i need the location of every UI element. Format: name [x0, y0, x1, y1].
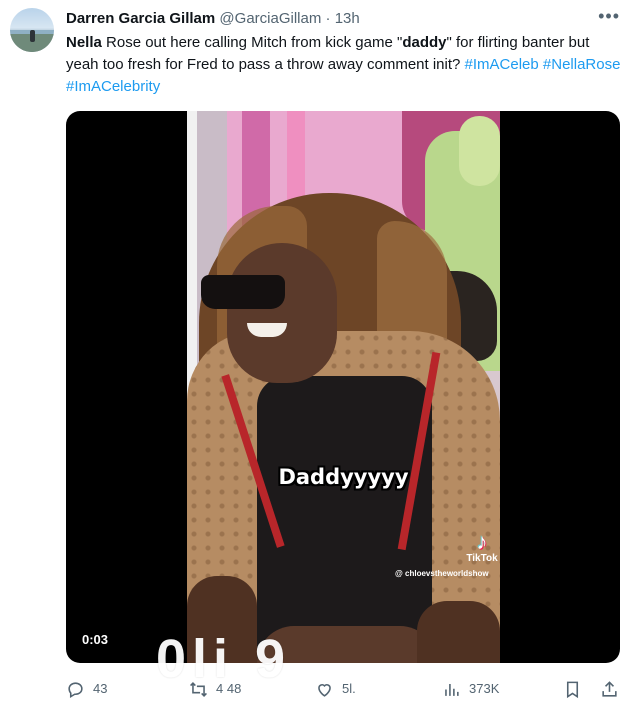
video-player[interactable]: Daddyyyyy ♪ TikTok @ chloevstheworldshow… [66, 111, 620, 663]
like-count: 5l. [342, 681, 356, 696]
background-green-shape [459, 116, 500, 186]
video-caption: Daddyyyyy [278, 465, 409, 489]
author-handle[interactable]: @GarciaGillam [219, 10, 321, 27]
hashtag-imaceleb[interactable]: #ImACeleb [465, 56, 539, 73]
video-frame[interactable]: Daddyyyyy ♪ TikTok @ chloevstheworldshow [187, 111, 500, 663]
hashtag-nellarose[interactable]: #NellaRose [543, 56, 621, 73]
more-dots-icon[interactable]: ••• [598, 6, 620, 26]
reply-icon [68, 681, 83, 698]
tweet-text: Nella Rose out here calling Mitch from k… [66, 32, 626, 98]
tweet-header: Darren Garcia Gillam @GarciaGillam · 13h [66, 9, 614, 29]
video-duration: 0:03 [76, 630, 115, 649]
tweet-text-bold-name: Nella [66, 34, 102, 51]
action-bar: 43 4 48 5l. 373K [66, 676, 626, 702]
views-icon [445, 683, 459, 696]
separator-dot: · [325, 10, 331, 27]
like-icon [318, 683, 331, 697]
tweet-text-quoted: daddy [402, 34, 447, 51]
tiktok-logo-icon: ♪ [476, 529, 488, 554]
retweet-count: 4 48 [216, 681, 242, 696]
reply-count: 43 [93, 681, 108, 696]
share-button[interactable] [600, 676, 627, 702]
avatar-figure [30, 30, 35, 42]
tweet-text-part1: Rose out here calling Mitch from kick ga… [101, 34, 403, 51]
retweet-icon [190, 681, 207, 697]
face [227, 243, 337, 383]
views-button[interactable]: 373K [442, 676, 499, 702]
retweet-button[interactable]: 4 48 [189, 676, 241, 702]
bookmark-button[interactable] [563, 676, 590, 702]
tweet-timestamp[interactable]: 13h [335, 10, 360, 27]
share-icon [602, 680, 617, 697]
author-name[interactable]: Darren Garcia Gillam [66, 10, 215, 27]
bookmark-icon [566, 681, 579, 698]
hashtag-imacelebrity[interactable]: #ImACelebrity [66, 78, 160, 95]
avatar[interactable] [10, 8, 54, 52]
sunglasses [201, 275, 285, 309]
like-button[interactable]: 5l. [315, 676, 356, 702]
views-count: 373K [469, 681, 500, 696]
reply-button[interactable]: 43 [66, 676, 107, 702]
tiktok-badge: ♪ TikTok [462, 529, 500, 565]
hand-right [417, 601, 500, 663]
tiktok-label: TikTok [466, 553, 498, 564]
tiktok-username: @ chloevstheworldshow [395, 569, 489, 578]
